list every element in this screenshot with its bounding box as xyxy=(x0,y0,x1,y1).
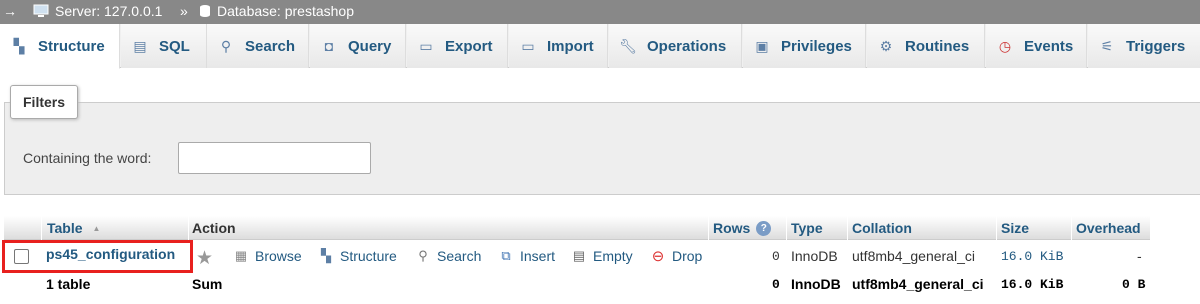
tab-label: SQL xyxy=(159,37,190,55)
col-divider xyxy=(188,216,189,240)
browse-label[interactable]: Browse xyxy=(255,248,302,264)
tab-label: Export xyxy=(445,37,493,55)
structure-label[interactable]: Structure xyxy=(340,248,397,264)
search-icon: ⚲ xyxy=(220,37,232,54)
breadcrumb: → Server: 127.0.0.1 » Database: prestash… xyxy=(0,0,1200,24)
drop-label[interactable]: Drop xyxy=(672,248,702,264)
highlight-box xyxy=(2,240,193,273)
search-action[interactable]: ⚲ Search xyxy=(415,248,481,264)
breadcrumb-server-label[interactable]: Server: 127.0.0.1 xyxy=(55,3,162,19)
help-icon[interactable]: ? xyxy=(756,220,772,236)
browse-action[interactable]: ▦ Browse xyxy=(233,248,302,264)
table-header xyxy=(4,216,1150,240)
footer-type: InnoDB xyxy=(791,276,841,292)
tab-triggers[interactable]: ⚟ Triggers xyxy=(1088,24,1200,68)
empty-action[interactable]: ▤ Empty xyxy=(571,248,633,264)
insert-label[interactable]: Insert xyxy=(520,248,555,264)
col-action-header: Action xyxy=(192,220,236,236)
breadcrumb-database[interactable]: Database: prestashop xyxy=(199,3,354,19)
col-divider xyxy=(708,216,709,240)
col-table-label[interactable]: Table xyxy=(47,220,83,236)
tab-operations[interactable]: 🔧︎ Operations xyxy=(609,24,742,68)
import-icon: ▭ xyxy=(521,37,535,54)
structure-action[interactable]: ▚ Structure xyxy=(318,248,397,264)
filter-label: Containing the word: xyxy=(23,150,152,166)
tab-privileges[interactable]: ▣ Privileges xyxy=(743,24,866,68)
col-divider xyxy=(847,216,848,240)
search-icon: ⚲ xyxy=(418,248,428,263)
footer-size: 16.0 KiB xyxy=(1001,277,1064,292)
tab-label: Triggers xyxy=(1126,37,1186,55)
tab-label: Query xyxy=(348,37,392,55)
footer-sum: Sum xyxy=(192,276,223,292)
insert-icon: ⧉ xyxy=(501,248,511,263)
browse-icon: ▦ xyxy=(234,248,248,263)
col-rows-header[interactable]: Rows ? xyxy=(713,216,772,240)
col-divider xyxy=(786,216,787,240)
collation-value: utf8mb4_general_ci xyxy=(852,248,975,264)
privileges-icon: ▣ xyxy=(755,37,769,54)
tab-label: Operations xyxy=(647,37,727,55)
size-value[interactable]: 16.0 KiB xyxy=(1001,249,1063,264)
structure-icon: ▚ xyxy=(13,37,25,54)
triggers-icon: ⚟ xyxy=(1100,37,1114,54)
sort-asc-icon: ▲ xyxy=(92,223,101,233)
footer-rows: 0 xyxy=(772,277,780,292)
search-label[interactable]: Search xyxy=(437,248,481,264)
database-icon xyxy=(200,5,210,17)
type-value: InnoDB xyxy=(791,248,838,264)
tab-query[interactable]: ◘ Query xyxy=(310,24,406,68)
tab-label: Events xyxy=(1024,37,1074,55)
footer-overhead: 0 B xyxy=(1122,277,1146,292)
col-collation-header[interactable]: Collation xyxy=(852,216,912,240)
filters-legend: Filters xyxy=(10,85,79,119)
wrench-icon: 🔧︎ xyxy=(619,37,637,54)
tab-routines[interactable]: ⚙ Routines xyxy=(867,24,985,68)
sql-icon: ▤ xyxy=(133,37,147,54)
col-table-header[interactable]: Table ▲ xyxy=(47,216,100,240)
query-icon: ◘ xyxy=(324,38,334,54)
drop-action[interactable]: ⊖ Drop xyxy=(650,248,703,265)
col-size-header[interactable]: Size xyxy=(1001,216,1029,240)
routines-icon: ⚙ xyxy=(879,37,893,54)
breadcrumb-separator: » xyxy=(180,3,188,19)
drop-icon: ⊖ xyxy=(651,248,665,265)
clock-icon: ◷ xyxy=(998,37,1012,54)
filter-input[interactable] xyxy=(178,142,371,174)
tab-export[interactable]: ▭ Export xyxy=(407,24,508,68)
breadcrumb-server[interactable]: Server: 127.0.0.1 xyxy=(33,3,162,19)
server-icon xyxy=(33,4,49,17)
col-type-header[interactable]: Type xyxy=(791,216,823,240)
structure-icon: ▚ xyxy=(321,248,331,263)
tab-label: Import xyxy=(547,37,594,55)
footer-count: 1 table xyxy=(46,276,91,292)
footer-collation: utf8mb4_general_ci xyxy=(852,276,984,292)
tab-label: Search xyxy=(245,37,296,55)
tab-events[interactable]: ◷ Events xyxy=(986,24,1087,68)
favorite-star-icon[interactable]: ★ xyxy=(196,247,213,270)
insert-action[interactable]: ⧉ Insert xyxy=(498,248,555,264)
col-rows-label[interactable]: Rows xyxy=(713,220,750,236)
tab-bar: ▚ Structure ▤ SQL ⚲ Search ◘ Query ▭ Exp… xyxy=(0,24,1200,69)
tab-search[interactable]: ⚲ Search xyxy=(207,24,309,68)
col-overhead-header[interactable]: Overhead xyxy=(1076,216,1141,240)
collapse-arrow[interactable]: → xyxy=(3,3,17,19)
tab-import[interactable]: ▭ Import xyxy=(509,24,608,68)
tab-label: Routines xyxy=(905,37,970,55)
col-divider xyxy=(1071,216,1072,240)
empty-label[interactable]: Empty xyxy=(593,248,633,264)
breadcrumb-database-label[interactable]: Database: prestashop xyxy=(217,3,354,19)
col-divider xyxy=(41,216,42,240)
tab-label: Privileges xyxy=(781,37,852,55)
tab-structure[interactable]: ▚ Structure xyxy=(0,24,120,69)
tab-sql[interactable]: ▤ SQL xyxy=(121,24,207,68)
col-divider xyxy=(996,216,997,240)
tab-label: Structure xyxy=(38,37,105,55)
rows-value: 0 xyxy=(772,249,780,264)
export-icon: ▭ xyxy=(419,37,433,54)
empty-icon: ▤ xyxy=(572,248,586,263)
overhead-value: - xyxy=(1137,248,1142,264)
